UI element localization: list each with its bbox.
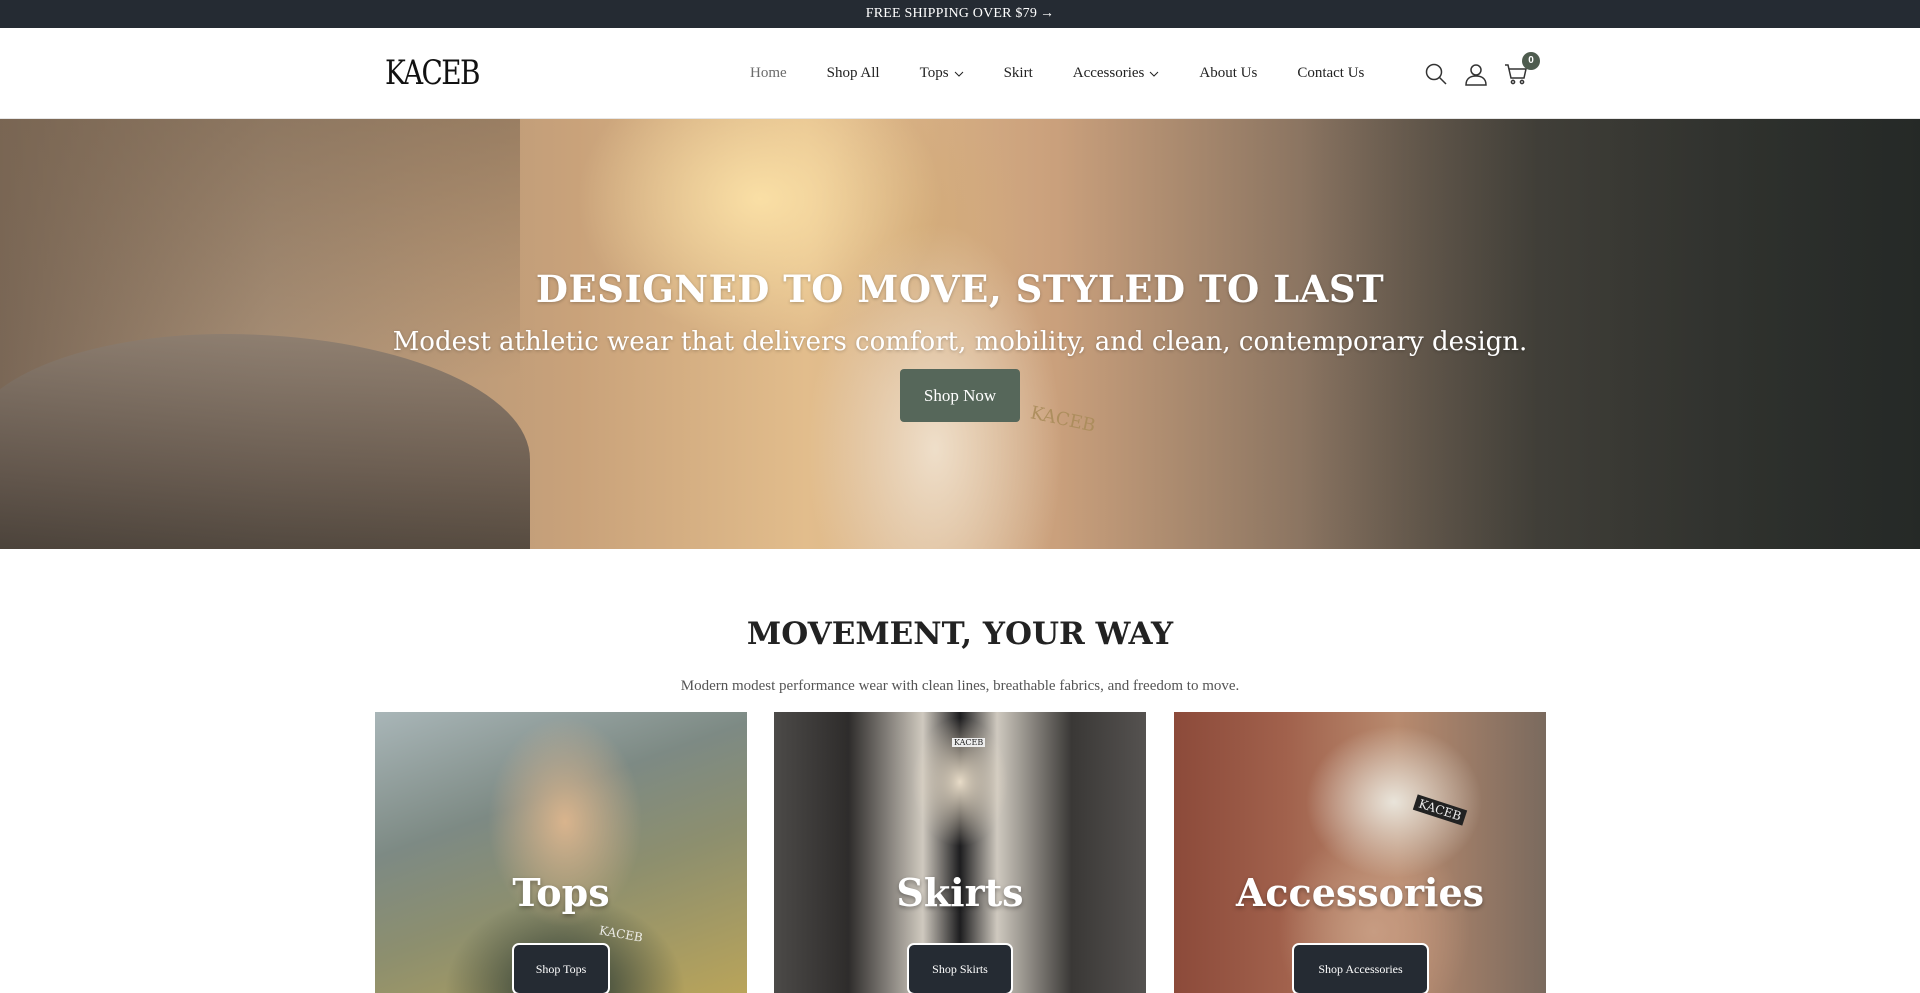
announcement-text: FREE SHIPPING OVER $79 bbox=[865, 6, 1038, 21]
hero-subtitle: Modest athletic wear that delivers comfo… bbox=[392, 327, 1528, 357]
nav-item-label: About Us bbox=[1199, 65, 1258, 81]
shop-now-button[interactable]: Shop Now bbox=[900, 369, 1020, 422]
nav-item-label: Accessories bbox=[1072, 65, 1145, 81]
nav-item-about-us[interactable]: About Us bbox=[1199, 65, 1257, 82]
hero-title: DESIGNED TO MOVE, STYLED TO LAST bbox=[535, 267, 1385, 311]
chevron-down-icon bbox=[954, 71, 963, 77]
free-shipping-link[interactable]: FREE SHIPPING OVER $79 → bbox=[866, 6, 1054, 22]
header-icons: 0 bbox=[1424, 28, 1540, 119]
shop-skirts-button[interactable]: Shop Skirts bbox=[907, 943, 1013, 993]
card-title: Accessories bbox=[1235, 870, 1485, 915]
collection-card-skirts[interactable]: KACEB Skirts Shop Skirts bbox=[774, 712, 1146, 993]
account-icon bbox=[1465, 63, 1487, 86]
search-icon bbox=[1425, 63, 1447, 85]
nav-item-label: Skirt bbox=[1003, 65, 1033, 81]
hero-banner: KACEB DESIGNED TO MOVE, STYLED TO LAST M… bbox=[0, 119, 1920, 549]
nav-item-label: Shop All bbox=[826, 65, 880, 81]
shop-tops-button[interactable]: Shop Tops bbox=[512, 943, 610, 993]
nav-item-contact-us[interactable]: Contact Us bbox=[1297, 65, 1364, 82]
nav-item-shop-all[interactable]: Shop All bbox=[827, 65, 880, 82]
shirt-brand-mark: KACEB bbox=[598, 923, 644, 945]
main-nav: Home Shop All Tops Skirt Accessories Abo… bbox=[750, 28, 1404, 119]
shop-accessories-button[interactable]: Shop Accessories bbox=[1292, 943, 1429, 993]
card-title: Skirts bbox=[896, 870, 1024, 915]
beanie-brand-mark: KACEB bbox=[1412, 794, 1468, 826]
nav-item-home[interactable]: Home bbox=[750, 65, 787, 82]
collections-subtitle: Modern modest performance wear with clea… bbox=[680, 678, 1240, 694]
account-button[interactable] bbox=[1464, 62, 1488, 86]
cart-button[interactable]: 0 bbox=[1504, 51, 1540, 86]
collections-title: MOVEMENT, YOUR WAY bbox=[746, 616, 1174, 652]
nav-item-accessories[interactable]: Accessories bbox=[1073, 65, 1160, 82]
nav-item-tops[interactable]: Tops bbox=[920, 65, 964, 82]
search-button[interactable] bbox=[1424, 62, 1448, 86]
nav-item-label: Tops bbox=[919, 65, 949, 81]
hero-content: DESIGNED TO MOVE, STYLED TO LAST Modest … bbox=[0, 119, 1920, 549]
nav-item-skirt[interactable]: Skirt bbox=[1004, 65, 1033, 82]
logo[interactable]: KACEB bbox=[385, 53, 480, 93]
collection-card-tops[interactable]: KACEB Tops Shop Tops bbox=[375, 712, 747, 993]
card-title: Tops bbox=[512, 870, 610, 915]
collection-card-accessories[interactable]: KACEB Accessories Shop Accessories bbox=[1174, 712, 1546, 993]
beanie-brand-mark: KACEB bbox=[952, 738, 986, 747]
site-header: KACEB Home Shop All Tops Skirt Accessori… bbox=[0, 28, 1920, 119]
announcement-bar: FREE SHIPPING OVER $79 → bbox=[0, 0, 1920, 28]
arrow-right-icon: → bbox=[1040, 6, 1055, 21]
chevron-down-icon bbox=[1150, 71, 1159, 77]
nav-item-label: Home bbox=[750, 65, 787, 81]
cart-count-badge: 0 bbox=[1522, 51, 1540, 70]
nav-item-label: Contact Us bbox=[1297, 65, 1365, 81]
